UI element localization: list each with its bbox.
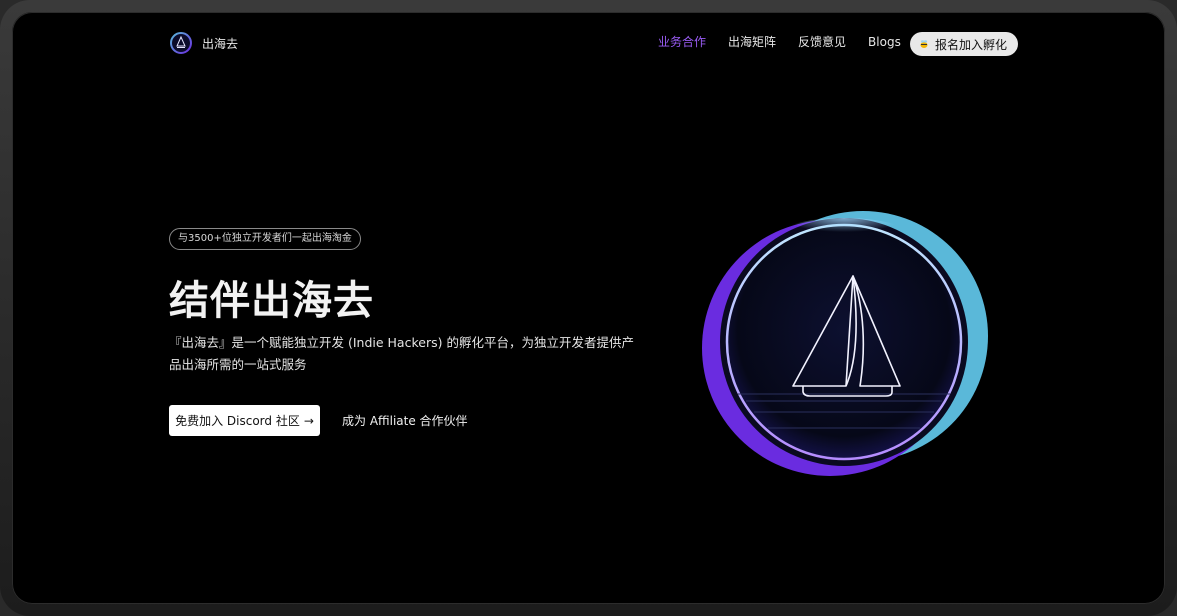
- top-glow: [784, 218, 904, 246]
- sailboat-logo-icon: [170, 32, 192, 54]
- nav-link-business[interactable]: 业务合作: [658, 33, 706, 50]
- device-frame: 出海去 业务合作 出海矩阵 反馈意见 Blogs 报名加入孵化 与3500+位独…: [0, 0, 1177, 616]
- nav-links: 业务合作 出海矩阵 反馈意见 Blogs: [658, 33, 923, 50]
- brand[interactable]: 出海去: [170, 32, 238, 54]
- arrow-right-icon: →: [303, 413, 314, 428]
- nav-link-feedback[interactable]: 反馈意见: [798, 33, 846, 50]
- community-badge: 与3500+位独立开发者们一起出海淘金: [169, 228, 361, 250]
- top-navigation: 出海去 业务合作 出海矩阵 反馈意见 Blogs 报名加入孵化: [12, 12, 1165, 76]
- hero-title: 结伴出海去: [169, 278, 374, 324]
- join-incubator-button[interactable]: 报名加入孵化: [910, 32, 1019, 56]
- sailboat-illustration: [702, 211, 988, 476]
- join-incubator-label: 报名加入孵化: [935, 37, 1008, 52]
- brand-name: 出海去: [202, 36, 239, 51]
- affiliate-link[interactable]: 成为 Affiliate 合作伙伴: [342, 412, 468, 429]
- hero-description: 『出海去』是一个赋能独立开发 (Indie Hackers) 的孵化平台，为独立…: [169, 335, 634, 372]
- browser-screen: 出海去 业务合作 出海矩阵 反馈意见 Blogs 报名加入孵化 与3500+位独…: [12, 12, 1165, 604]
- nav-link-blogs[interactable]: Blogs: [868, 35, 901, 49]
- nav-link-matrix[interactable]: 出海矩阵: [728, 33, 776, 50]
- join-discord-label: 免费加入 Discord 社区: [175, 414, 300, 428]
- bee-icon: [920, 40, 928, 48]
- join-discord-button[interactable]: 免费加入 Discord 社区 →: [169, 405, 320, 436]
